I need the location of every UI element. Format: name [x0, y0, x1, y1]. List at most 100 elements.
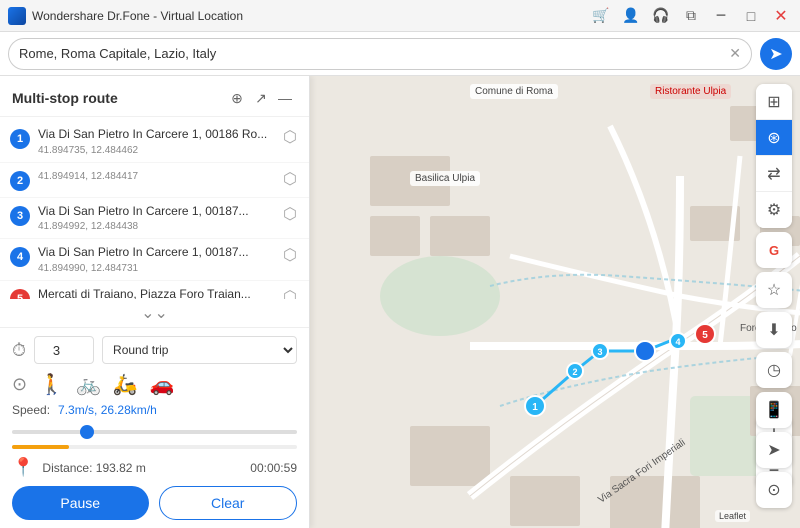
target-btn[interactable]: ⊙ [756, 472, 792, 508]
more-stops-button[interactable]: ⌄⌄ [0, 299, 309, 327]
trip-count-input[interactable] [34, 336, 94, 364]
stop-action-icon[interactable]: ⬡ [281, 204, 299, 224]
car-icon[interactable]: 🚗 [150, 372, 175, 397]
map-label-comune: Comune di Roma [470, 84, 558, 99]
save-route-icon[interactable]: ⊕ [225, 86, 249, 110]
clear-button[interactable]: Clear [159, 486, 298, 520]
download-btn[interactable]: ⬇ [756, 312, 792, 348]
distance-row: 📍 Distance: 193.82 m 00:00:59 [12, 457, 297, 478]
panel-header: Multi-stop route ⊕ ↗ — [0, 76, 309, 117]
speedometer-icon: ⊙ [12, 374, 27, 395]
stop-action-icon[interactable]: ⬡ [281, 287, 299, 299]
stop-address: Via Di San Pietro In Carcere 1, 00186 Ro… [38, 127, 273, 143]
bike-icon[interactable]: 🚲 [76, 372, 101, 397]
speed-value: 7.3m/s, 26.28km/h [58, 403, 157, 417]
distance-progress-bar [12, 445, 297, 449]
stop-item: 2 41.894914, 12.484417 ⬡ [0, 163, 309, 198]
stop-info: Via Di San Pietro In Carcere 1, 00187...… [38, 204, 273, 233]
map-mode-group: ⊞ ⊛ ⇄ ⚙ [756, 84, 792, 228]
collapse-icon[interactable]: — [273, 86, 297, 110]
stop-info: Via Di San Pietro In Carcere 1, 00187...… [38, 245, 273, 274]
side-panel: Multi-stop route ⊕ ↗ — 1 Via Di San Pietr… [0, 76, 310, 528]
transport-mode-row: ⊙ 🚶 🚲 🛵 🚗 [12, 372, 297, 397]
window-controls: 🛒 👤 🎧 ⧉ − □ ✕ [590, 5, 792, 27]
close-button[interactable]: ✕ [770, 5, 792, 27]
stop-address: Via Di San Pietro In Carcere 1, 00187... [38, 204, 273, 220]
map-settings-btn[interactable]: ⚙ [756, 192, 792, 228]
stop-coords: 41.894914, 12.484417 [38, 171, 273, 182]
walk-icon[interactable]: 🚶 [39, 372, 64, 397]
map-route-svg: 1 2 3 4 5 Foro Traiano [310, 76, 800, 528]
app-icon [8, 7, 26, 25]
stop-item: 3 Via Di San Pietro In Carcere 1, 00187..… [0, 198, 309, 240]
google-maps-btn[interactable]: G [756, 232, 792, 268]
map-transfer-btn[interactable]: ⇄ [756, 156, 792, 192]
bottom-controls: ⏱ Round trip One-way Loop ⊙ 🚶 🚲 🛵 🚗 Spee… [0, 327, 309, 528]
user-icon[interactable]: 👤 [620, 5, 642, 27]
cart-icon[interactable]: 🛒 [590, 5, 612, 27]
stop-action-icon[interactable]: ⬡ [281, 245, 299, 265]
speed-slider[interactable] [12, 430, 297, 434]
svg-text:5: 5 [702, 330, 708, 341]
map-label-basilica: Basilica Ulpia [410, 171, 480, 186]
svg-text:1: 1 [532, 402, 538, 413]
clear-search-icon[interactable]: ✕ [729, 45, 741, 62]
bookmark-btn[interactable]: ☆ [756, 272, 792, 308]
stop-number: 5 [10, 289, 30, 299]
stop-number: 4 [10, 247, 30, 267]
trip-settings-row: ⏱ Round trip One-way Loop [12, 336, 297, 364]
search-input[interactable] [19, 46, 725, 61]
headphone-icon[interactable]: 🎧 [650, 5, 672, 27]
stop-item: 1 Via Di San Pietro In Carcere 1, 00186 R… [0, 121, 309, 163]
stop-info: 41.894914, 12.484417 [38, 169, 273, 182]
main-area: Multi-stop route ⊕ ↗ — 1 Via Di San Pietr… [0, 76, 800, 528]
history-btn[interactable]: ◷ [756, 352, 792, 388]
right-toolbar: ⊞ ⊛ ⇄ ⚙ G ☆ ⬇ ◷ 📱 ➤ ⊙ [756, 84, 792, 508]
stop-item: 5 Mercati di Traiano, Piazza Foro Traian.… [0, 281, 309, 299]
stop-number: 1 [10, 129, 30, 149]
navigate-btn[interactable]: ➤ [756, 432, 792, 468]
stop-number: 3 [10, 206, 30, 226]
svg-text:3: 3 [597, 347, 602, 357]
distance-progress-fill [12, 445, 69, 449]
timer-icon: ⏱ [12, 340, 26, 361]
action-buttons-row: Pause Clear [12, 486, 297, 520]
device-btn[interactable]: 📱 [756, 392, 792, 428]
svg-text:4: 4 [675, 337, 680, 347]
stop-coords: 41.894992, 12.484438 [38, 221, 273, 232]
speed-row: Speed: 7.3m/s, 26.28km/h [12, 403, 297, 417]
app-title: Wondershare Dr.Fone - Virtual Location [32, 9, 590, 23]
search-input-wrap: ✕ [8, 38, 752, 70]
minimize-button[interactable]: − [710, 5, 732, 27]
map-area[interactable]: 1 2 3 4 5 Foro Traiano Comune di Rom [310, 76, 800, 528]
maximize-button[interactable]: □ [740, 5, 762, 27]
share-icon[interactable]: ⧉ [680, 5, 702, 27]
map-route-btn[interactable]: ⊛ [756, 120, 792, 156]
stop-address: Mercati di Traiano, Piazza Foro Traian..… [38, 287, 273, 299]
distance-time: 00:00:59 [250, 461, 297, 475]
leaflet-attr: Leaflet [715, 510, 750, 522]
stop-address: Via Di San Pietro In Carcere 1, 00187... [38, 245, 273, 261]
stop-coords: 41.894735, 12.484462 [38, 145, 273, 156]
map-grid-btn[interactable]: ⊞ [756, 84, 792, 120]
stop-action-icon[interactable]: ⬡ [281, 169, 299, 189]
stop-list: 1 Via Di San Pietro In Carcere 1, 00186 R… [0, 117, 309, 299]
scooter-icon[interactable]: 🛵 [113, 372, 138, 397]
pause-button[interactable]: Pause [12, 486, 149, 520]
svg-text:2: 2 [572, 367, 577, 377]
stop-info: Mercati di Traiano, Piazza Foro Traian..… [38, 287, 273, 299]
stop-coords: 41.894990, 12.484731 [38, 263, 273, 274]
stop-info: Via Di San Pietro In Carcere 1, 00186 Ro… [38, 127, 273, 156]
stop-number: 2 [10, 171, 30, 191]
go-button[interactable]: ➤ [760, 38, 792, 70]
trip-type-select[interactable]: Round trip One-way Loop [102, 336, 297, 364]
panel-title: Multi-stop route [12, 90, 225, 106]
distance-icon: 📍 [12, 457, 34, 478]
export-icon[interactable]: ↗ [249, 86, 273, 110]
title-bar: Wondershare Dr.Fone - Virtual Location 🛒… [0, 0, 800, 32]
map-label-ristorante: Ristorante Ulpia [650, 84, 731, 99]
stop-item: 4 Via Di San Pietro In Carcere 1, 00187..… [0, 239, 309, 281]
search-bar: ✕ ➤ [0, 32, 800, 76]
stop-action-icon[interactable]: ⬡ [281, 127, 299, 147]
distance-label: Distance: 193.82 m [42, 461, 242, 475]
